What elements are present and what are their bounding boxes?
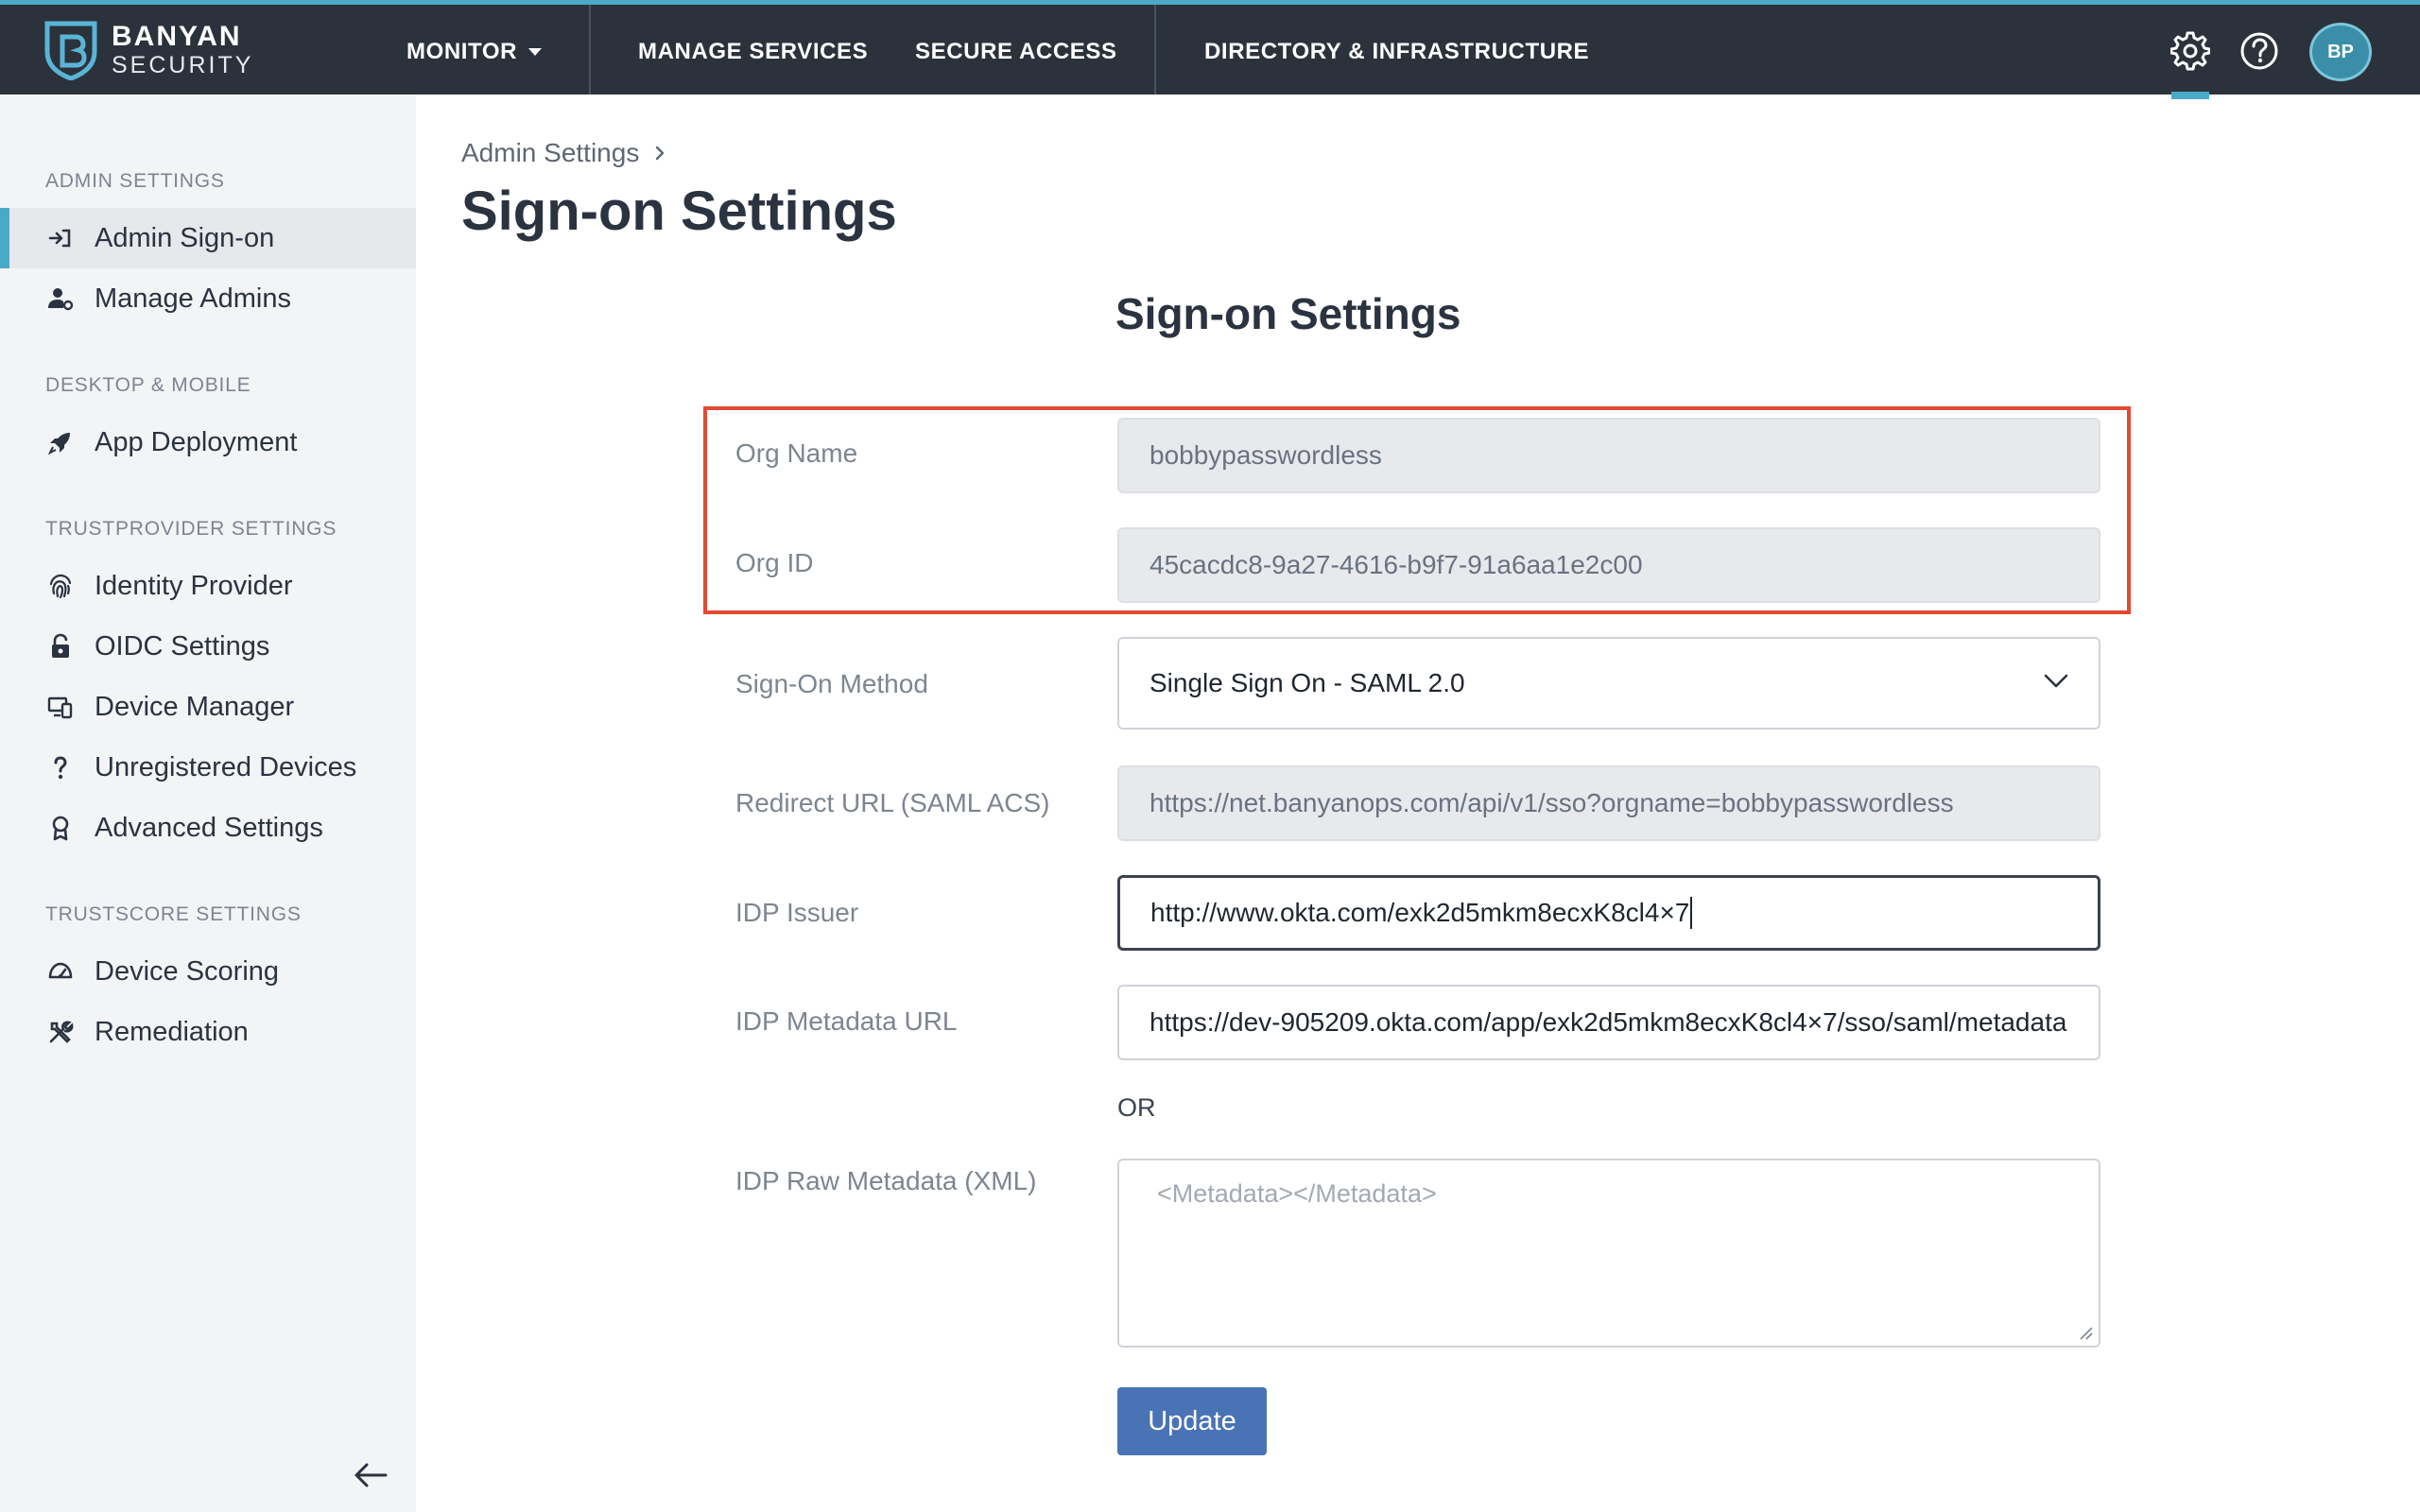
sidebar-item-label: Device Scoring [95,955,280,987]
update-button[interactable]: Update [1117,1387,1267,1455]
sidebar-section-admin-settings: ADMIN SETTINGS [45,170,225,192]
sign-on-method-select[interactable]: Single Sign On - SAML 2.0 [1117,637,2100,730]
sidebar-item-label: Admin Sign-on [95,222,275,253]
caret-down-icon [528,48,543,56]
redirect-url-field: https://net.banyanops.com/api/v1/sso?org… [1117,765,2100,841]
nav-directory-infrastructure[interactable]: DIRECTORY & INFRASTRUCTURE [1204,9,1589,94]
sidebar-item-device-scoring[interactable]: Device Scoring [0,941,416,1002]
gauge-icon [45,956,76,987]
resize-grip-icon[interactable] [2076,1323,2093,1340]
sidebar-item-label: Identity Provider [95,570,293,601]
lock-icon [45,631,76,662]
sidebar-item-label: Advanced Settings [95,812,323,843]
sidebar-item-label: OIDC Settings [95,630,270,662]
brand-wordmark: BANYAN SECURITY [112,23,253,77]
top-navigation-bar: BANYAN SECURITY MONITOR MANAGE SERVICES … [0,0,2420,99]
sidebar-item-unregistered-devices[interactable]: Unregistered Devices [0,737,416,798]
idp-issuer-input[interactable]: http://www.okta.com/exk2d5mkm8ecxK8cl4×7 [1117,875,2100,951]
chevron-down-icon [2044,674,2068,688]
idp-raw-metadata-placeholder: <Metadata></Metadata> [1157,1179,1437,1208]
sidebar-item-remediation[interactable]: Remediation [0,1002,416,1062]
sidebar-item-label: Remediation [95,1016,249,1047]
sidebar-section-desktop-mobile: DESKTOP & MOBILE [45,374,251,396]
sign-on-method-value: Single Sign On - SAML 2.0 [1150,668,1465,697]
or-separator: OR [1117,1093,1156,1122]
breadcrumb: Admin Settings [461,138,667,168]
user-avatar[interactable]: BP [2309,23,2372,81]
chevron-right-icon [656,146,665,161]
idp-issuer-label: IDP Issuer [735,898,859,927]
sidebar-item-identity-provider[interactable]: Identity Provider [0,556,416,616]
sidebar-section-trustscore-settings: TRUSTSCORE SETTINGS [45,903,302,925]
text-cursor [1690,897,1693,929]
sidebar-item-device-manager[interactable]: Device Manager [0,677,416,737]
active-tab-indicator [2171,92,2209,99]
nav-monitor[interactable]: MONITOR [406,9,543,94]
sign-on-method-label: Sign-On Method [735,669,928,698]
sidebar-item-app-deployment[interactable]: App Deployment [0,412,416,472]
sidebar-item-label: App Deployment [95,426,298,457]
fingerprint-icon [45,571,76,601]
sidebar-item-advanced-settings[interactable]: Advanced Settings [0,798,416,858]
gear-icon[interactable] [2170,31,2210,71]
nav-secure-access[interactable]: SECURE ACCESS [915,9,1117,94]
rocket-icon [45,427,76,457]
org-name-label: Org Name [735,438,858,468]
banyan-logo[interactable]: BANYAN SECURITY [43,20,253,80]
sidebar-item-label: Unregistered Devices [95,751,357,782]
award-icon [45,813,76,843]
tools-icon [45,1017,76,1047]
sidebar-item-admin-sign-on[interactable]: Admin Sign-on [0,208,416,268]
idp-metadata-url-label: IDP Metadata URL [735,1006,958,1036]
nav-manage-services[interactable]: MANAGE SERVICES [638,9,868,94]
sign-in-icon [45,223,76,253]
question-icon [45,752,76,782]
user-gear-icon [45,284,76,314]
banyan-shield-icon [44,21,97,80]
sidebar-item-label: Device Manager [95,691,295,722]
nav-divider [589,5,591,94]
question-circle-icon[interactable] [2239,31,2279,71]
sidebar-item-manage-admins[interactable]: Manage Admins [0,268,416,329]
org-id-field: 45cacdc8-9a27-4616-b9f7-91a6aa1e2c00 [1117,527,2100,603]
idp-raw-metadata-label: IDP Raw Metadata (XML) [735,1166,1037,1195]
idp-issuer-value: http://www.okta.com/exk2d5mkm8ecxK8cl4×7 [1150,898,1690,927]
brand-subtitle: SECURITY [112,52,254,78]
idp-metadata-url-input[interactable]: https://dev-905209.okta.com/app/exk2d5mk… [1117,985,2100,1060]
redirect-url-label: Redirect URL (SAML ACS) [735,788,1050,817]
sidebar-item-oidc-settings[interactable]: OIDC Settings [0,616,416,677]
arrow-left-icon[interactable] [352,1460,389,1490]
page-title: Sign-on Settings [461,180,897,242]
sidebar-item-label: Manage Admins [95,283,291,314]
breadcrumb-admin-settings[interactable]: Admin Settings [461,138,639,168]
form-title: Sign-on Settings [1115,289,1461,338]
brand-name: BANYAN [112,21,242,52]
devices-icon [45,692,76,722]
nav-divider [1154,5,1156,94]
idp-raw-metadata-textarea[interactable]: <Metadata></Metadata> [1117,1159,2100,1348]
sidebar-section-trustprovider-settings: TRUSTPROVIDER SETTINGS [45,518,337,540]
nav-monitor-label: MONITOR [406,39,518,64]
org-id-label: Org ID [735,548,814,577]
org-name-field: bobbypasswordless [1117,418,2100,493]
